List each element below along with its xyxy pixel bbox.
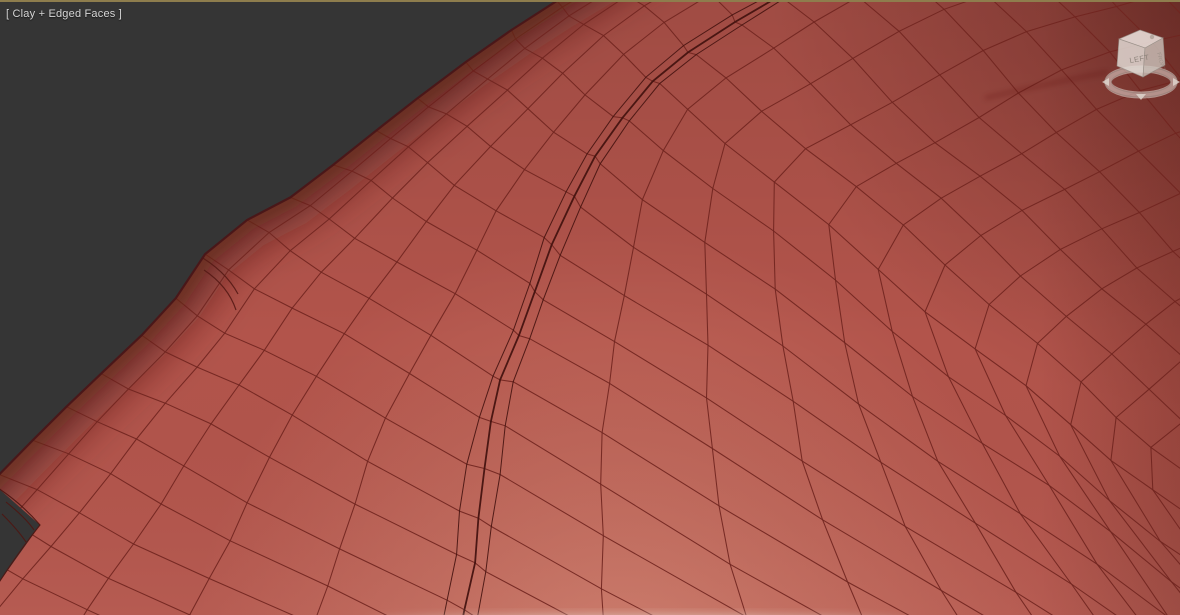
viewcube[interactable]: LEFT FRONT xyxy=(1100,26,1180,104)
viewcube-home-icon[interactable] xyxy=(1149,34,1155,40)
clay-mesh-canvas[interactable] xyxy=(0,2,1180,615)
viewport-shading-label[interactable]: [ Clay + Edged Faces ] xyxy=(6,8,122,21)
viewcube-icon: LEFT FRONT xyxy=(1102,29,1180,100)
viewport-3d: [ Clay + Edged Faces ] LEFT FRONT xyxy=(0,0,1180,615)
